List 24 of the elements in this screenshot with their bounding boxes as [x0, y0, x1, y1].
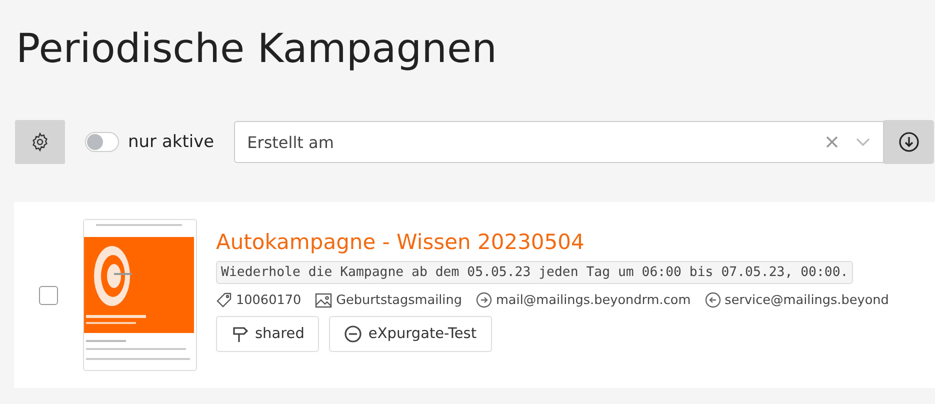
reply-to-address: service@mailings.beyond: [724, 292, 889, 308]
chevron-down-icon[interactable]: [855, 137, 872, 147]
arrow-left-circle-icon: [704, 292, 721, 308]
tag-icon: [216, 292, 232, 308]
schedule-text: Wiederhole die Kampagne ab dem 05.05.23 jeden Tag um 06:00 bis 07.05.23, 00:00.: [216, 261, 854, 284]
gear-icon: [30, 132, 50, 152]
minus-circle-icon: [344, 325, 362, 343]
tag-button[interactable]: eXpurgate-Test: [329, 316, 492, 352]
download-circle-icon: [898, 131, 920, 153]
image-icon: [315, 292, 332, 308]
signpost-icon: [231, 325, 249, 343]
select-checkbox[interactable]: [39, 286, 58, 304]
sender-address: mail@mailings.beyondrm.com: [496, 292, 691, 308]
page-title: Periodische Kampagnen: [15, 25, 498, 74]
tag-button[interactable]: shared: [216, 316, 320, 352]
arrow-right-circle-icon: [476, 292, 492, 308]
settings-button[interactable]: [15, 120, 65, 164]
sort-dropdown[interactable]: Erstellt am: [234, 121, 884, 163]
mailing-name: Geburtstagsmailing: [336, 292, 462, 308]
active-toggle[interactable]: [85, 132, 119, 152]
clear-icon[interactable]: [825, 135, 840, 149]
sort-direction-button[interactable]: [884, 120, 934, 164]
campaign-id: 10060170: [236, 292, 302, 308]
toggle-label: nur aktive: [128, 132, 214, 152]
